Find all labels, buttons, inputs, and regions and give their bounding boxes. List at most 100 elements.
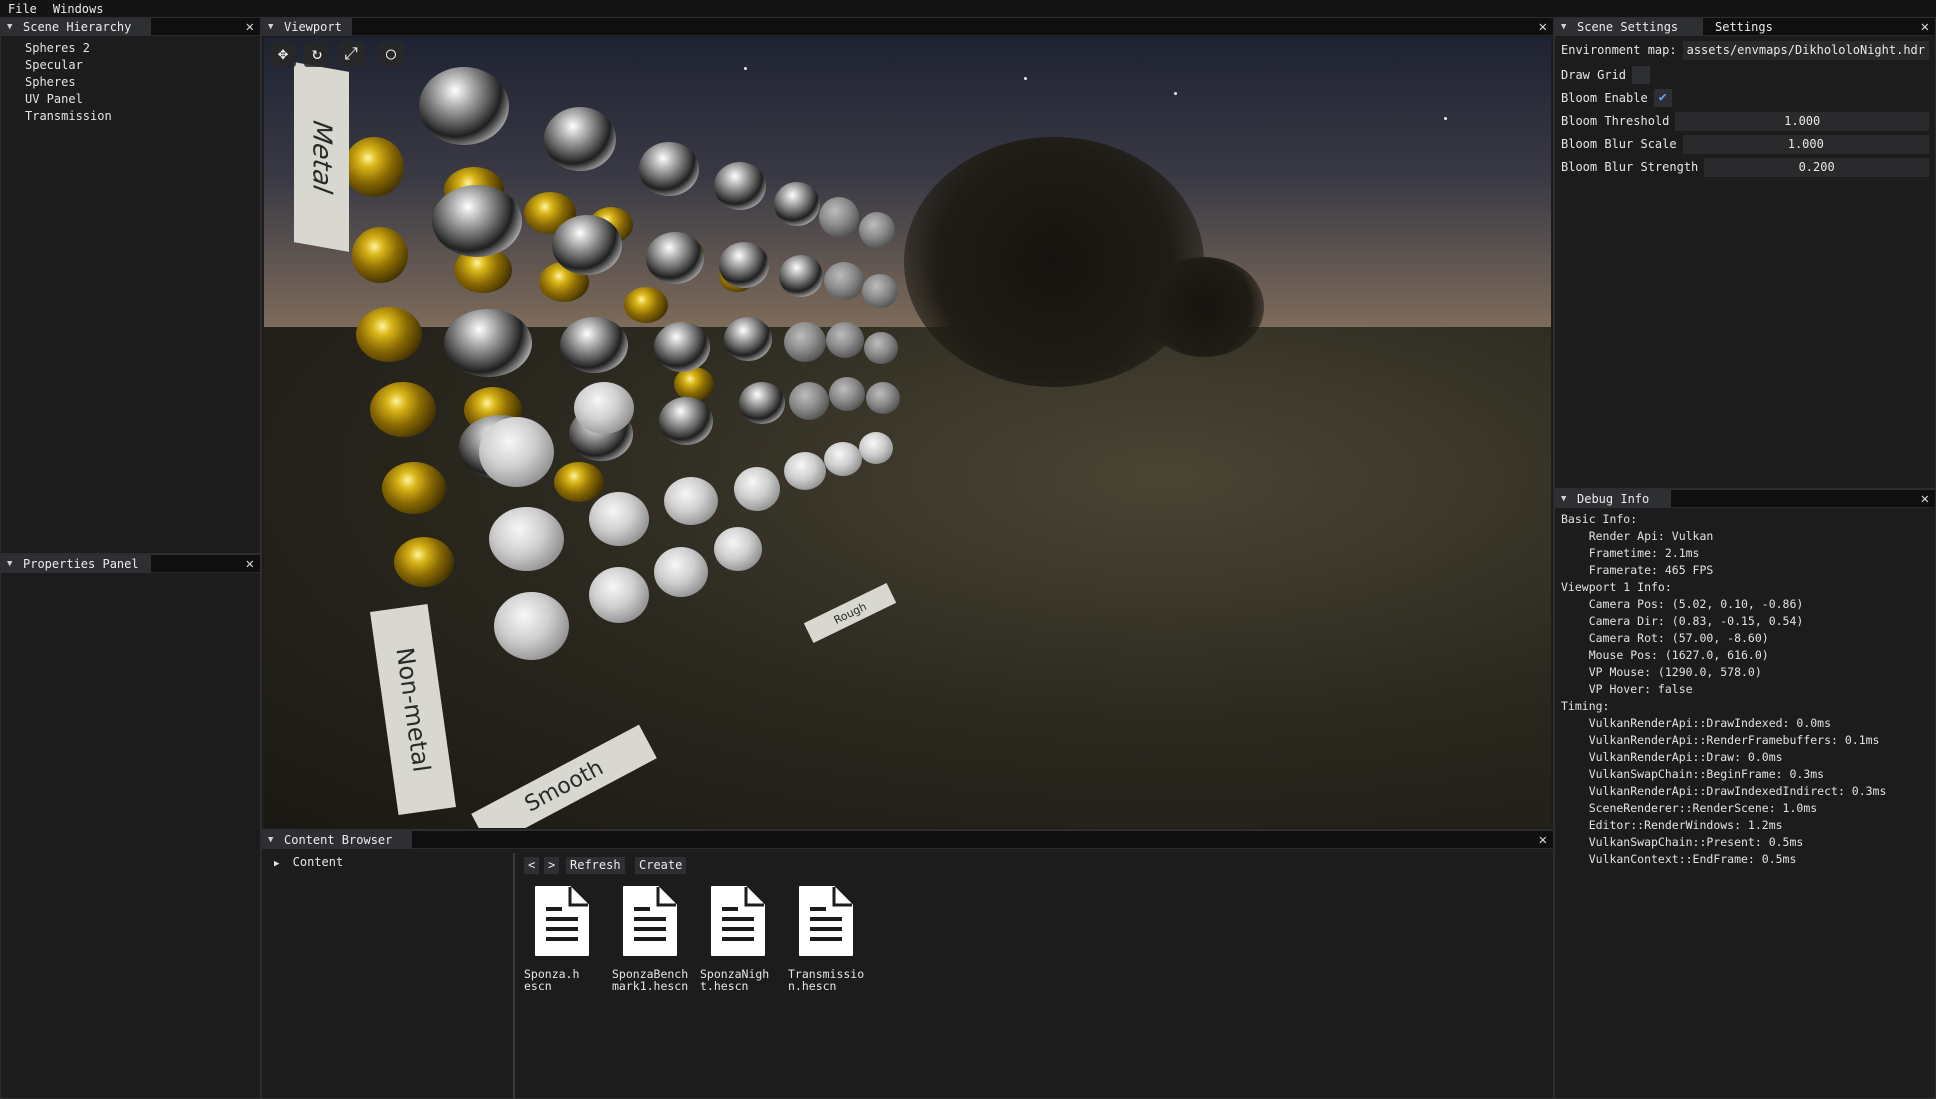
- gold-sphere: [382, 462, 446, 514]
- debug-line: VulkanRenderApi::DrawIndexedIndirect: 0.…: [1561, 784, 1887, 798]
- close-icon[interactable]: ✕: [1921, 490, 1929, 508]
- bloom-threshold-slider[interactable]: 1.000: [1675, 111, 1929, 131]
- document-icon: [799, 886, 853, 956]
- bloom-enable-checkbox[interactable]: ✔: [1653, 89, 1672, 107]
- debug-line: VulkanSwapChain::BeginFrame: 0.3ms: [1561, 767, 1825, 781]
- draw-grid-label: Draw Grid: [1561, 68, 1627, 82]
- environment-map-input[interactable]: assets/envmaps/DikhololoNight.hdr: [1682, 40, 1929, 60]
- close-icon[interactable]: ✕: [1539, 18, 1547, 36]
- rotate-tool-icon[interactable]: ↻: [304, 41, 330, 67]
- grey-sphere: [824, 262, 864, 300]
- debug-line: Camera Rot: (57.00, -8.60): [1561, 631, 1769, 645]
- grey-sphere: [826, 322, 864, 358]
- grey-sphere: [784, 322, 826, 362]
- content-tree-item[interactable]: ▶ Content: [274, 855, 343, 869]
- close-icon[interactable]: ✕: [246, 18, 254, 36]
- bloom-blur-strength-slider[interactable]: 0.200: [1704, 157, 1929, 177]
- chrome-sphere: [779, 255, 823, 297]
- debug-line: Render Api: Vulkan: [1561, 529, 1714, 543]
- back-button[interactable]: <: [524, 857, 540, 874]
- scene-hierarchy-titlebar: ▼ Scene Hierarchy ✕: [1, 18, 260, 36]
- debug-line: SceneRenderer::RenderScene: 1.0ms: [1561, 801, 1818, 815]
- grey-sphere: [862, 274, 898, 308]
- collapse-triangle-icon[interactable]: ▼: [7, 555, 12, 573]
- debug-line: VulkanSwapChain::Present: 0.5ms: [1561, 835, 1804, 849]
- collapse-triangle-icon[interactable]: ▼: [268, 831, 273, 849]
- collapse-triangle-icon[interactable]: ▼: [1561, 18, 1566, 36]
- draw-grid-checkbox[interactable]: [1632, 66, 1651, 84]
- tree-silhouette: [904, 137, 1204, 387]
- refresh-button[interactable]: Refresh: [566, 857, 625, 874]
- tab-scene-hierarchy[interactable]: ▼ Scene Hierarchy: [1, 18, 151, 36]
- collapse-triangle-icon[interactable]: ▼: [1561, 490, 1566, 508]
- bloom-threshold-label: Bloom Threshold: [1561, 114, 1670, 128]
- white-sphere: [489, 507, 564, 571]
- chrome-sphere: [419, 67, 509, 145]
- content-browser-titlebar: ▼ Content Browser ✕: [262, 831, 1553, 849]
- debug-line: VulkanContext::EndFrame: 0.5ms: [1561, 852, 1797, 866]
- viewport-panel: ▼ Viewport ✕ Metal Non-metal Smooth Roug…: [261, 17, 1554, 830]
- scene-settings-titlebar: ▼ Scene Settings Settings ✕: [1555, 18, 1935, 36]
- tab-viewport[interactable]: ▼ Viewport: [262, 18, 352, 36]
- white-sphere: [589, 567, 649, 623]
- white-sphere: [479, 417, 554, 487]
- expand-triangle-icon[interactable]: ▶: [274, 859, 279, 869]
- gold-sphere: [554, 462, 604, 502]
- close-icon[interactable]: ✕: [246, 555, 254, 573]
- debug-info-titlebar: ▼ Debug Info ✕: [1555, 490, 1935, 508]
- debug-line: Camera Pos: (5.02, 0.10, -0.86): [1561, 597, 1804, 611]
- tab-scene-settings[interactable]: ▼ Scene Settings: [1555, 18, 1703, 36]
- bloom-blur-scale-slider[interactable]: 1.000: [1682, 134, 1929, 154]
- collapse-triangle-icon[interactable]: ▼: [7, 18, 12, 36]
- scale-tool-icon[interactable]: ⤢: [338, 41, 364, 67]
- close-icon[interactable]: ✕: [1921, 18, 1929, 36]
- star: [1024, 77, 1027, 80]
- bloom-blur-scale-label: Bloom Blur Scale: [1561, 137, 1677, 151]
- tab-content-browser[interactable]: ▼ Content Browser: [262, 831, 412, 849]
- forward-button[interactable]: >: [544, 857, 560, 874]
- star: [1174, 92, 1177, 95]
- hierarchy-item[interactable]: UV Panel: [25, 92, 83, 106]
- tab-settings[interactable]: Settings: [1705, 18, 1781, 36]
- content-browser-panel: ▼ Content Browser ✕ ▶ Content < > Refres…: [261, 830, 1554, 1099]
- checkmark-icon: ✔: [1658, 90, 1667, 105]
- file-name: SponzaNight.hescn: [700, 967, 770, 993]
- content-browser-divider[interactable]: [513, 853, 515, 1098]
- file-item[interactable]: SponzaBenchmark1.hescn: [612, 883, 692, 992]
- bloom-threshold-row: Bloom Threshold 1.000: [1561, 111, 1929, 131]
- menu-file[interactable]: File: [8, 2, 37, 16]
- bloom-enable-row: Bloom Enable ✔: [1561, 88, 1929, 108]
- hierarchy-item[interactable]: Spheres: [25, 75, 76, 89]
- viewport-render[interactable]: Metal Non-metal Smooth Rough ✥ ↻ ⤢ ○: [264, 37, 1551, 828]
- chrome-sphere: [444, 309, 532, 377]
- debug-line: Basic Info:: [1561, 512, 1638, 526]
- document-icon: [535, 886, 589, 956]
- file-item[interactable]: Sponza.hescn: [524, 883, 604, 992]
- file-item[interactable]: Transmission.hescn: [788, 883, 868, 992]
- tab-debug-info[interactable]: ▼ Debug Info: [1555, 490, 1671, 508]
- bloom-enable-label: Bloom Enable: [1561, 91, 1648, 105]
- document-icon: [711, 886, 765, 956]
- file-item[interactable]: SponzaNight.hescn: [700, 883, 780, 992]
- hierarchy-item[interactable]: Transmission: [25, 109, 112, 123]
- file-name: SponzaBenchmark1.hescn: [612, 967, 689, 993]
- close-icon[interactable]: ✕: [1539, 831, 1547, 849]
- white-sphere: [654, 547, 708, 597]
- gold-sphere: [394, 537, 454, 587]
- grey-sphere: [859, 212, 895, 248]
- hierarchy-item[interactable]: Spheres 2: [25, 41, 90, 55]
- chrome-sphere: [654, 322, 710, 372]
- tab-properties-panel[interactable]: ▼ Properties Panel: [1, 555, 151, 573]
- scene-hierarchy-panel: ▼ Scene Hierarchy ✕ Spheres 2 Specular S…: [0, 17, 261, 554]
- menu-windows[interactable]: Windows: [53, 2, 104, 16]
- white-sphere: [824, 442, 862, 476]
- collapse-triangle-icon[interactable]: ▼: [268, 18, 273, 36]
- circle-tool-icon[interactable]: ○: [378, 41, 404, 67]
- chrome-sphere: [544, 107, 616, 171]
- move-tool-icon[interactable]: ✥: [270, 41, 296, 67]
- chrome-sphere: [432, 185, 522, 257]
- debug-line: VulkanRenderApi::Draw: 0.0ms: [1561, 750, 1783, 764]
- environment-map-row: Environment map: assets/envmaps/Dikholol…: [1561, 40, 1929, 60]
- create-button[interactable]: Create: [635, 857, 687, 874]
- hierarchy-item[interactable]: Specular: [25, 58, 83, 72]
